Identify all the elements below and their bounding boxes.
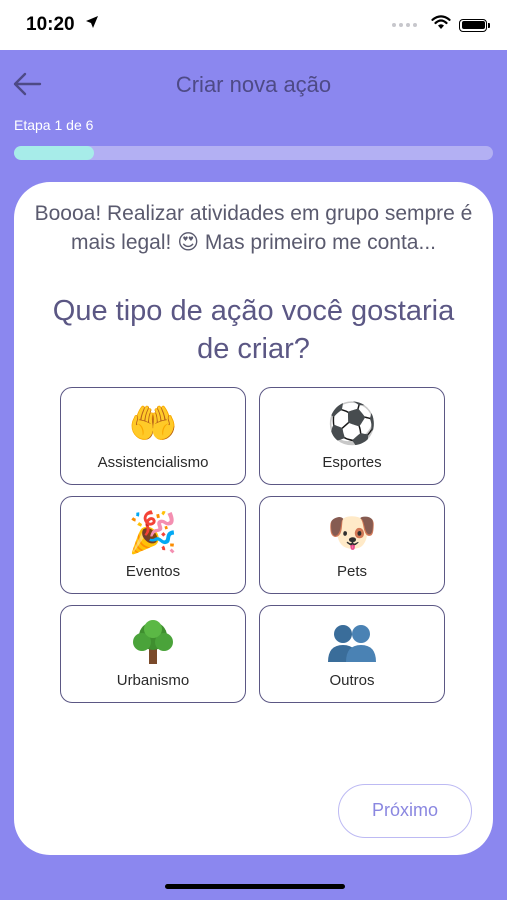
people-icon bbox=[260, 618, 444, 677]
option-label: Esportes bbox=[322, 454, 382, 471]
step-label: Etapa 1 de 6 bbox=[14, 117, 94, 133]
option-label: Outros bbox=[329, 672, 375, 689]
option-label: Eventos bbox=[125, 563, 181, 580]
option-assistencialismo[interactable]: 🤲 Assistencialismo bbox=[60, 387, 246, 485]
option-label: Urbanismo bbox=[116, 672, 190, 689]
party-popper-icon: 🎉 bbox=[128, 511, 178, 555]
wifi-icon bbox=[431, 15, 451, 35]
home-indicator bbox=[165, 884, 345, 889]
next-button[interactable]: Próximo bbox=[338, 784, 472, 838]
battery-icon bbox=[459, 18, 490, 32]
status-time: 10:20 bbox=[26, 14, 75, 35]
dog-face-icon: 🐶 bbox=[327, 511, 377, 555]
option-label: Pets bbox=[336, 563, 367, 580]
option-label: Assistencialismo bbox=[97, 454, 209, 471]
open-hands-icon: 🤲 bbox=[128, 402, 178, 446]
option-eventos[interactable]: 🎉 Eventos bbox=[60, 496, 246, 594]
option-pets[interactable]: 🐶 Pets bbox=[259, 496, 445, 594]
status-indicators bbox=[392, 15, 490, 35]
header: Criar nova ação bbox=[0, 50, 507, 120]
intro-text: Boooa! Realizar atividades em grupo semp… bbox=[34, 202, 473, 254]
page-title: Criar nova ação bbox=[175, 72, 332, 97]
cellular-signal-icon bbox=[392, 23, 417, 27]
status-bar: 10:20 bbox=[0, 0, 507, 50]
option-outros[interactable]: Outros bbox=[259, 605, 445, 703]
soccer-ball-icon: ⚽ bbox=[327, 402, 377, 446]
content-card: Boooa! Realizar atividades em grupo semp… bbox=[14, 182, 493, 855]
option-esportes[interactable]: ⚽ Esportes bbox=[259, 387, 445, 485]
question-heading: Que tipo de ação você gostaria de criar? bbox=[52, 295, 455, 365]
progress-bar bbox=[14, 146, 493, 160]
tree-icon bbox=[61, 618, 245, 677]
option-urbanismo[interactable]: Urbanismo bbox=[60, 605, 246, 703]
progress-fill bbox=[14, 146, 94, 160]
location-arrow-icon bbox=[84, 14, 100, 35]
